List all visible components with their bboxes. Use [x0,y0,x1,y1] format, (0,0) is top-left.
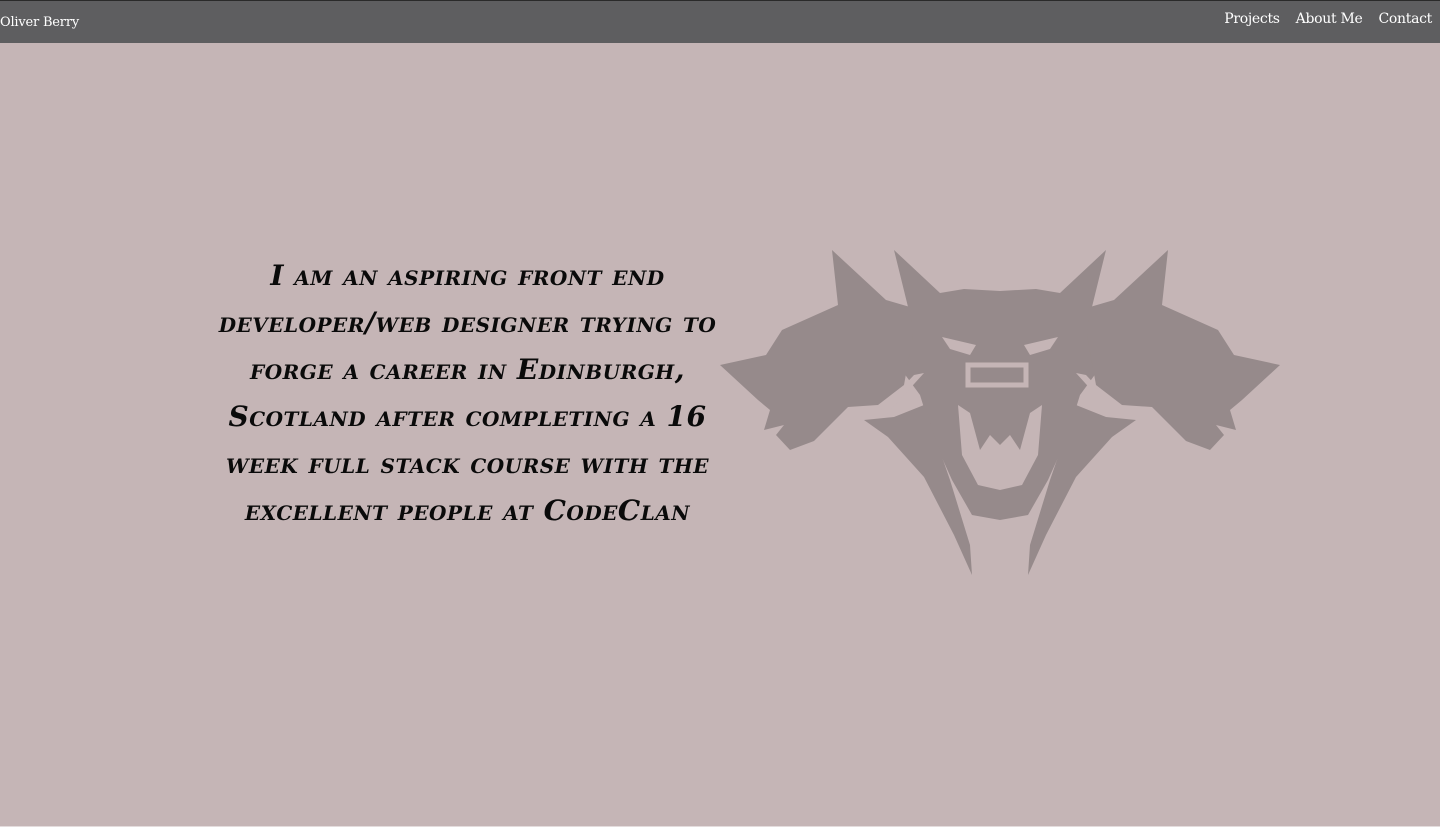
top-navbar: Oliver Berry Projects About Me Contact [0,0,1440,43]
three-headed-wolf-icon [718,245,1283,580]
brand-link[interactable]: Oliver Berry [0,15,79,30]
nav-link-contact[interactable]: Contact [1379,11,1433,27]
hero-intro-text: I am an aspiring front end developer/web… [218,259,717,527]
nav-link-about-me[interactable]: About Me [1296,11,1363,27]
nav-links: Projects About Me Contact [1224,11,1432,27]
nav-link-projects[interactable]: Projects [1224,11,1280,27]
